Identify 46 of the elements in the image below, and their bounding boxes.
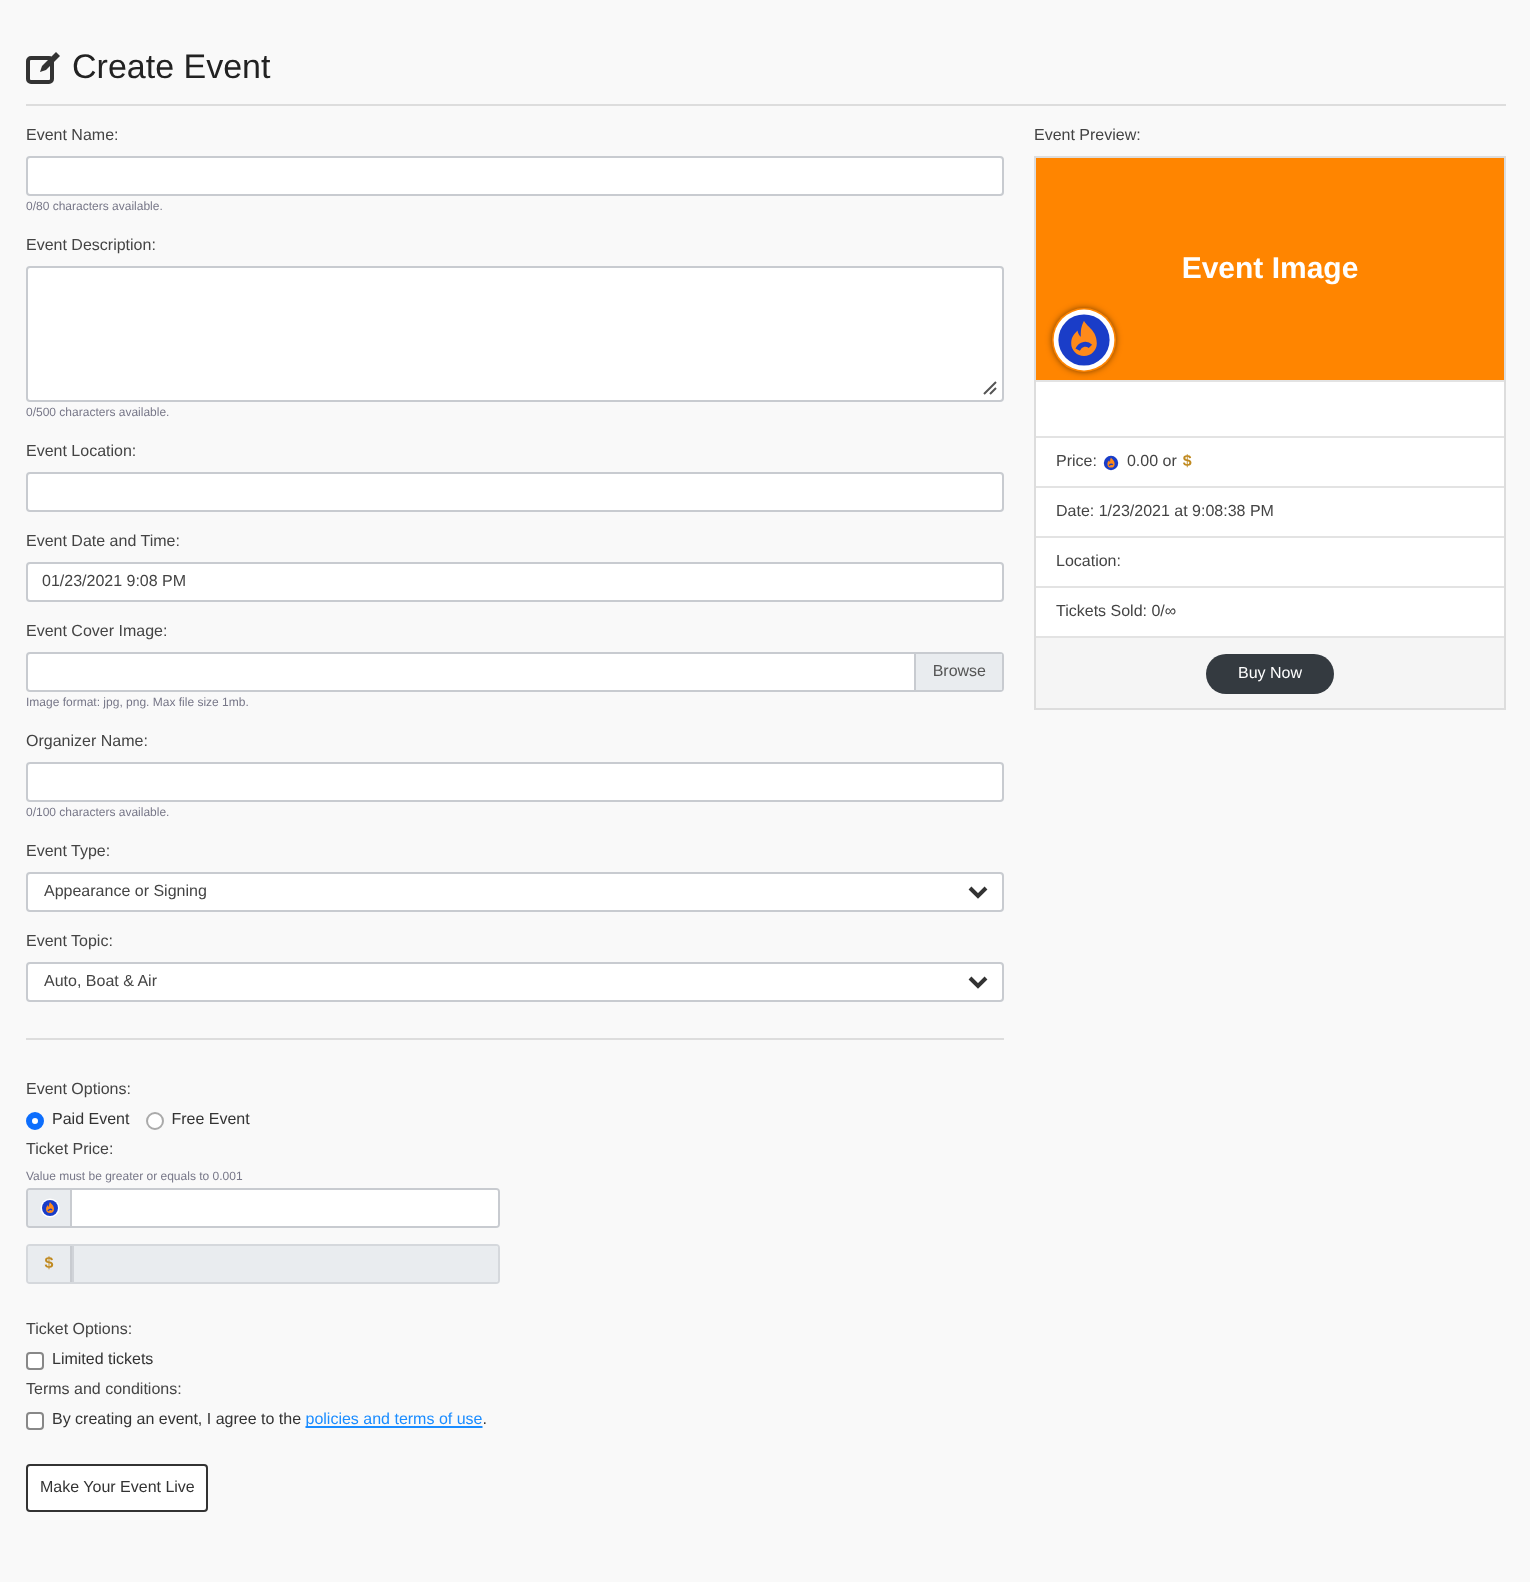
select-field[interactable]: Auto, Boat & Air: [26, 962, 1004, 1003]
field-label: Event Date and Time:: [26, 532, 182, 553]
preview-text: Tickets Sold: 0/∞: [1056, 600, 1177, 625]
chevron-icon: [968, 885, 988, 900]
coin-icon: [1102, 453, 1121, 472]
checkbox-label: Limited tickets: [52, 1348, 154, 1373]
input-field[interactable]: [26, 156, 1004, 197]
section-label: Event Options:: [26, 1080, 133, 1101]
field-label: Organizer Name:: [26, 732, 150, 753]
preview-text: Date: 1/23/2021 at 9:08:38 PM: [1056, 500, 1274, 525]
field-label: Event Type:: [26, 842, 113, 863]
input-field[interactable]: [26, 472, 1004, 513]
checkbox[interactable]: [26, 1411, 44, 1430]
field-label: Event Location:: [26, 442, 139, 463]
file-field[interactable]: Browse: [26, 652, 1004, 693]
radio-button[interactable]: [145, 1111, 164, 1130]
radio-button[interactable]: [26, 1111, 44, 1130]
field-label: Event Cover Image:: [26, 622, 170, 643]
input-field[interactable]: 01/23/2021 9:08 PM: [26, 562, 1004, 603]
image-caption: Event Image: [1181, 249, 1359, 290]
input-field[interactable]: [26, 762, 1004, 803]
resize-handle-icon[interactable]: [982, 380, 998, 397]
checkbox-label: By creating an event, I agree to the policies and terms of use.: [52, 1408, 487, 1433]
input-addon: $: [28, 1246, 72, 1283]
radio-label: Paid Event: [52, 1108, 130, 1133]
section-label: Event Preview:: [1034, 126, 1143, 147]
edit-icon: [26, 52, 62, 85]
field-label: Event Description:: [26, 236, 158, 257]
chevron-icon: [968, 975, 988, 990]
logo-icon: [1052, 308, 1116, 373]
radio-label: Free Event: [171, 1108, 250, 1133]
field-label: Event Name:: [26, 126, 121, 147]
submit-button[interactable]: Make Your Event Live: [26, 1464, 209, 1513]
field-label: Event Topic:: [26, 932, 115, 953]
select-field[interactable]: Appearance or Signing: [26, 872, 1004, 913]
buy-button[interactable]: Buy Now: [1205, 653, 1334, 694]
section-label: Ticket Options:: [26, 1320, 135, 1341]
price-label: Price:: [1056, 450, 1097, 475]
section-label: Terms and conditions:: [26, 1380, 184, 1401]
price-amount: 0.00 or: [1126, 450, 1177, 475]
browse-button[interactable]: Browse: [914, 654, 1002, 691]
dollar-sign: $: [1182, 450, 1192, 475]
page-title: Create Event: [72, 48, 271, 89]
preview-text: Location:: [1056, 550, 1121, 575]
checkbox[interactable]: [26, 1351, 44, 1370]
section-label: Ticket Price:: [26, 1140, 116, 1161]
